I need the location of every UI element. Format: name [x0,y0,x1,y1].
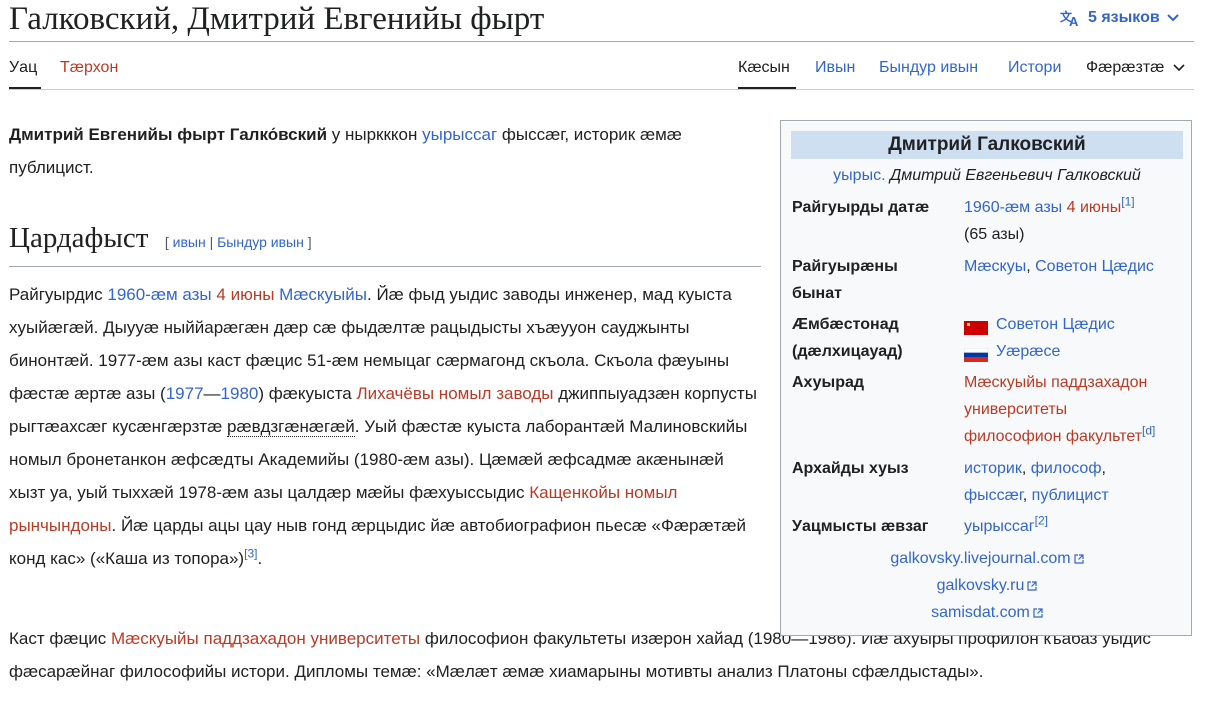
link-ussr-citizenship[interactable]: Советон Цæдис [996,316,1115,333]
link-writer[interactable]: фыссæг [964,487,1023,504]
intro-text: у ныркккон [327,125,423,144]
label-line: Æмбæстонад [792,316,899,333]
link-russian-lang[interactable]: уырыс. [833,167,885,184]
external-link-icon [1074,554,1084,564]
link-year[interactable]: 1960-æм азы [107,285,211,304]
russia-flag-icon [963,344,989,362]
link-date[interactable]: 4 июны [216,285,274,304]
bio-paragraph: Райгуырдис 1960-æм азы 4 июны Мæскуыйы . … [9,278,761,575]
subject-name: Дмитрий Евгенийы фырт Галко́вский [9,125,328,144]
ussr-flag-icon [964,317,988,335]
reference-d[interactable]: [d] [1142,424,1155,438]
section-title: Цардафыст [9,222,149,254]
external-link-icon [1033,608,1043,618]
website-url[interactable]: galkovsky.livejournal.com [890,550,1070,567]
bracket: ] [307,234,312,250]
comma: , [1026,258,1036,275]
bio-text: ) фæкуыста [258,384,357,403]
infobox-subtitle: уырыс. Дмитрий Евгеньевич Галковский [791,162,1183,189]
link-university[interactable]: Мæскуыйы паддзахадон университеты [111,629,420,648]
chevron-down-icon [1173,64,1185,72]
edu-text: Каст фæцис [9,629,111,648]
translate-icon: 文A [1060,9,1082,27]
link-moscow[interactable]: Мæскуы [964,258,1026,275]
section-heading: Цардафыст [ ивын | Бындур ивын ] [9,222,761,255]
label-line: Райгуырæны [792,258,898,275]
reference-1[interactable]: [1] [1121,195,1134,209]
abbr-term[interactable]: рæвдзгæнæгæй [227,417,355,437]
work-language-value: уырыссаг[2] [964,513,1184,540]
birth-place-label: Райгуырæны бынат [792,253,962,307]
reference-2[interactable]: [2] [1035,514,1048,528]
bracket: [ [164,234,169,250]
website-url[interactable]: samisdat.com [931,604,1030,621]
bio-text: . [257,549,263,568]
occupation-value: историк, философ, фыссæг, публицист [964,460,1109,504]
chevron-down-icon [1166,13,1180,23]
tabs-divider [9,89,1194,90]
link-1977[interactable]: 1977 [166,384,204,403]
link-historian[interactable]: историк [964,460,1022,477]
link-russian-language[interactable]: уырыссаг [964,518,1035,535]
education-label: Ахуырад [792,374,865,391]
bio-text: . Йæ царды ацы цау ныв гонд æрцыдис йæ а… [9,516,746,568]
link-ussr[interactable]: Советон Цæдис [1035,258,1154,275]
link-university[interactable]: университеты [964,401,1067,418]
language-button[interactable]: 文A 5 языков [1060,6,1180,30]
website-link-1[interactable]: galkovsky.livejournal.com [781,545,1193,572]
birth-date-value: 1960-æм азы 4 июны[1] (65 азы) [964,194,1184,248]
link-philosopher[interactable]: философ [1031,460,1102,477]
reference-3[interactable]: [3] [244,546,257,560]
link-russian[interactable]: уырыссаг [422,125,497,144]
tab-history[interactable]: Истори [1008,58,1061,78]
education-value: Мæскуыйы паддзахадон университеты филосо… [964,369,1184,450]
section-edit-link[interactable]: ивын [173,234,206,250]
link-publicist[interactable]: публицист [1032,487,1109,504]
intro-paragraph: Дмитрий Евгенийы фырт Галко́вский у нырк… [9,118,769,184]
link-birth-day[interactable]: 4 июны [1067,199,1122,216]
infobox-title: Дмитрий Галковский [791,131,1183,159]
bio-text: Райгуырдис [9,285,108,304]
section-edit-source-link[interactable]: Бындур ивын [217,234,304,250]
citizenship-value: Советон Цæдис Уæрæсе [963,311,1184,365]
age: (65 азы) [964,226,1025,243]
section-edit-links: [ ивын | Бындур ивын ] [165,234,312,250]
language-count: 5 языков [1088,9,1160,26]
tab-tools[interactable]: Фæрæзтæ [1086,58,1185,78]
link-moscow[interactable]: Мæскуыйы [279,285,367,304]
page-title: Галковский, Дмитрий Евгенийы фырт [9,1,545,37]
link-birth-year[interactable]: 1960-æм азы [964,199,1062,216]
tab-read[interactable]: Кæсын [738,58,790,78]
link-russia[interactable]: Уæрæсе [996,343,1060,360]
label-line: (дæлхицауад) [792,343,903,360]
link-university[interactable]: Мæскуыйы паддзахадон [964,374,1147,391]
link-1980[interactable]: 1980 [221,384,259,403]
link-plant[interactable]: Лихачёвы номыл заводы [356,384,553,403]
native-name: Дмитрий Евгеньевич Галковский [885,167,1141,184]
tab-edit[interactable]: Ивын [815,58,855,78]
citizenship-label: Æмбæстонад (дæлхицауад) [792,311,962,365]
tab-talk[interactable]: Тæрхон [60,58,118,78]
title-divider [9,41,1194,42]
website-link-2[interactable]: galkovsky.ru [781,572,1193,599]
work-language-label: Уацмысты æвзаг [792,518,929,535]
occupation-label: Архайды хуыз [792,460,909,477]
tab-edit-source[interactable]: Бындур ивын [879,58,978,78]
external-link-icon [1027,581,1037,591]
label-line: бынат [792,285,842,302]
bio-text: — [203,384,221,403]
birth-date-label: Райгуырды датæ [792,199,930,216]
separator: | [209,234,214,250]
svg-text:A: A [1069,14,1079,27]
infobox: Дмитрий Галковский уырыс. Дмитрий Евгень… [780,120,1192,636]
birth-place-value: Мæскуы, Советон Цæдис [964,253,1184,280]
website-link-3[interactable]: samisdat.com [781,599,1193,626]
section-divider [9,266,761,267]
page-tabs: Уац Тæрхон Кæсын Ивын Бындур ивын Истори… [9,50,1194,90]
link-faculty[interactable]: философион факультет [964,428,1142,445]
tools-label: Фæрæзтæ [1086,59,1165,76]
website-url[interactable]: galkovsky.ru [937,577,1025,594]
tab-article[interactable]: Уац [9,58,37,78]
